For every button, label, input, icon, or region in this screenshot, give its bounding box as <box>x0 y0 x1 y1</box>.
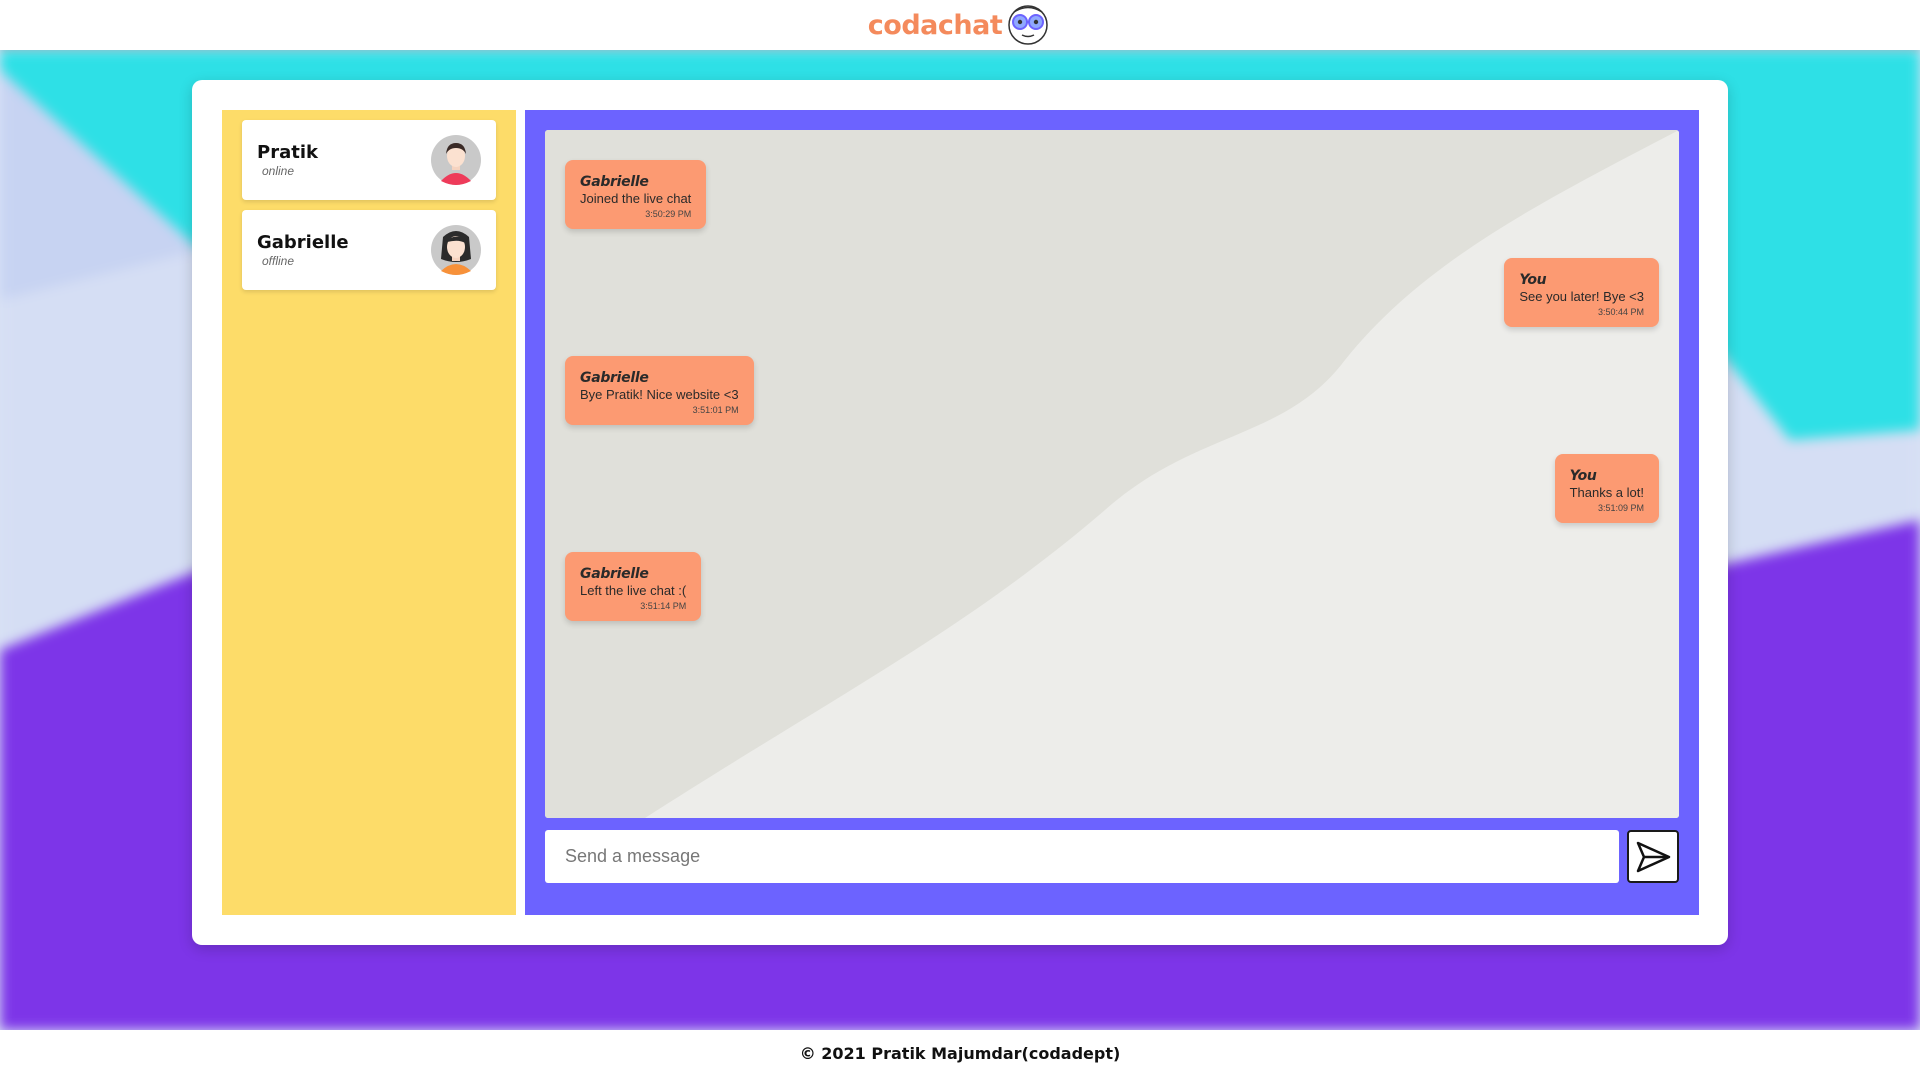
message-time: 3:51:01 PM <box>692 405 739 415</box>
message-input[interactable] <box>565 830 1619 883</box>
message-author: Gabrielle <box>580 370 649 386</box>
logo[interactable]: codachat <box>868 3 1052 47</box>
page-footer: © 2021 Pratik Majumdar(codadept) <box>0 1030 1920 1077</box>
message-author: You <box>1519 272 1547 288</box>
app-header: codachat <box>0 0 1920 50</box>
message-time: 3:51:14 PM <box>640 601 687 611</box>
send-icon <box>1636 841 1671 872</box>
message-author: Gabrielle <box>580 174 649 190</box>
message-time: 3:50:29 PM <box>645 209 692 219</box>
users-sidebar: Pratik online Gabrielle offline <box>222 110 516 915</box>
message-author: You <box>1569 468 1597 484</box>
message-text: Thanks a lot! <box>1569 485 1644 500</box>
send-button[interactable] <box>1627 830 1679 883</box>
copyright-text: © 2021 Pratik Majumdar(codadept) <box>799 1044 1121 1063</box>
message-author: Gabrielle <box>580 566 649 582</box>
message-time: 3:51:09 PM <box>1597 503 1644 513</box>
message-text: See you later! Bye <3 <box>1519 289 1644 304</box>
user-name: Gabrielle <box>257 232 349 253</box>
logo-text: codachat <box>867 9 1003 41</box>
messages-area[interactable]: Gabrielle Joined the live chat 3:50:29 P… <box>545 130 1679 818</box>
user-name: Pratik <box>257 142 318 163</box>
female-avatar-icon <box>431 225 481 275</box>
message-bubble: Gabrielle Joined the live chat 3:50:29 P… <box>565 160 707 229</box>
user-status: offline <box>262 254 295 268</box>
message-bubble: Gabrielle Bye Pratik! Nice website <3 3:… <box>565 356 754 425</box>
message-text: Left the live chat :( <box>580 583 687 598</box>
user-card-pratik[interactable]: Pratik online <box>242 120 496 200</box>
male-avatar-icon <box>431 135 481 185</box>
chat-panel: Gabrielle Joined the live chat 3:50:29 P… <box>525 110 1699 915</box>
message-bubble: Gabrielle Left the live chat :( 3:51:14 … <box>565 552 702 621</box>
user-status: online <box>262 164 295 178</box>
message-text: Joined the live chat <box>580 191 692 206</box>
user-card-gabrielle[interactable]: Gabrielle offline <box>242 210 496 290</box>
message-text: Bye Pratik! Nice website <3 <box>580 387 739 402</box>
message-bubble: You Thanks a lot! 3:51:09 PM <box>1554 454 1659 523</box>
message-bubble: You See you later! Bye <3 3:50:44 PM <box>1504 258 1659 327</box>
message-time: 3:50:44 PM <box>1597 307 1644 317</box>
message-composer <box>545 830 1619 883</box>
glasses-face-icon <box>1008 5 1048 45</box>
